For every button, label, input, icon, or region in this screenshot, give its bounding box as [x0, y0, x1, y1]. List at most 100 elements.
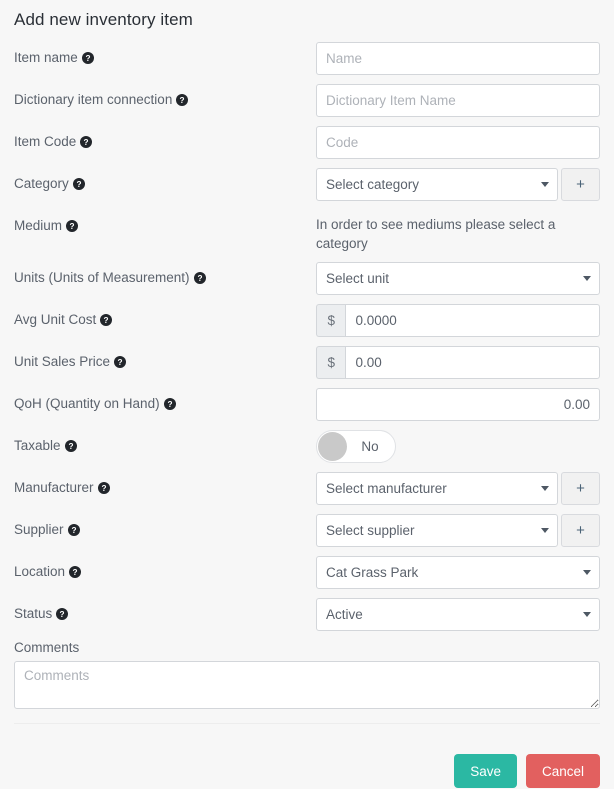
question-circle-icon[interactable]: ? [98, 482, 110, 494]
question-circle-icon[interactable]: ? [194, 272, 206, 284]
label-item-name: Item name? [14, 42, 316, 66]
add-inventory-item-form: Add new inventory item Item name? Dictio… [0, 0, 614, 789]
avg-unit-cost-input[interactable] [345, 304, 600, 337]
medium-hint-text: In order to see mediums please select a … [316, 210, 592, 253]
svg-text:?: ? [118, 358, 123, 367]
label-dictionary-item-connection: Dictionary item connection? [14, 84, 316, 108]
label-location-text: Location [14, 564, 65, 579]
label-units: Units (Units of Measurement)? [14, 262, 316, 286]
dictionary-item-connection-input[interactable] [316, 84, 600, 117]
control-status: Active [316, 598, 600, 631]
taxable-toggle[interactable]: No [316, 430, 396, 463]
control-category: Select category + [316, 168, 600, 201]
label-item-name-text: Item name [14, 50, 78, 65]
svg-text:?: ? [84, 138, 89, 147]
chevron-down-icon [583, 276, 591, 281]
label-qoh-text: QoH (Quantity on Hand) [14, 396, 160, 411]
item-code-input[interactable] [316, 126, 600, 159]
field-row-status: Status? Active [14, 598, 600, 631]
label-qoh: QoH (Quantity on Hand)? [14, 388, 316, 412]
question-circle-icon[interactable]: ? [66, 220, 78, 232]
supplier-select-wrap: Select supplier [316, 514, 558, 547]
field-row-manufacturer: Manufacturer? Select manufacturer + [14, 472, 600, 505]
supplier-select[interactable]: Select supplier [316, 514, 558, 547]
field-row-medium: Medium? In order to see mediums please s… [14, 210, 600, 253]
units-select-wrap: Select unit [316, 262, 600, 295]
question-circle-icon[interactable]: ? [176, 94, 188, 106]
question-circle-icon[interactable]: ? [56, 608, 68, 620]
field-row-location: Location? Cat Grass Park [14, 556, 600, 589]
label-units-text: Units (Units of Measurement) [14, 270, 190, 285]
label-unit-sales-price-text: Unit Sales Price [14, 354, 110, 369]
svg-text:?: ? [60, 610, 65, 619]
item-name-input[interactable] [316, 42, 600, 75]
label-item-code-text: Item Code [14, 134, 76, 149]
cancel-button[interactable]: Cancel [526, 754, 600, 788]
toggle-knob [318, 432, 347, 461]
page-title: Add new inventory item [14, 0, 600, 42]
svg-text:?: ? [197, 274, 202, 283]
label-supplier-text: Supplier [14, 522, 64, 537]
label-category-text: Category [14, 176, 69, 191]
avg-unit-cost-group: $ [316, 304, 600, 337]
label-medium: Medium? [14, 210, 316, 234]
control-manufacturer: Select manufacturer + [316, 472, 600, 505]
chevron-down-icon [583, 612, 591, 617]
field-row-unit-sales-price: Unit Sales Price? $ [14, 346, 600, 379]
question-circle-icon[interactable]: ? [100, 314, 112, 326]
units-select[interactable]: Select unit [316, 262, 600, 295]
form-actions: Save Cancel [14, 754, 600, 788]
chevron-down-icon [541, 486, 549, 491]
svg-text:?: ? [71, 526, 76, 535]
label-manufacturer-text: Manufacturer [14, 480, 94, 495]
question-circle-icon[interactable]: ? [65, 440, 77, 452]
question-circle-icon[interactable]: ? [69, 566, 81, 578]
add-manufacturer-button[interactable]: + [561, 472, 600, 505]
label-medium-text: Medium [14, 218, 62, 233]
label-item-code: Item Code? [14, 126, 316, 150]
save-button[interactable]: Save [454, 754, 517, 788]
question-circle-icon[interactable]: ? [164, 398, 176, 410]
label-avg-unit-cost: Avg Unit Cost? [14, 304, 316, 328]
comments-textarea[interactable] [14, 661, 600, 709]
label-dictionary-item-connection-text: Dictionary item connection [14, 92, 172, 107]
field-row-category: Category? Select category + [14, 168, 600, 201]
svg-text:?: ? [85, 54, 90, 63]
svg-text:?: ? [68, 442, 73, 451]
label-category: Category? [14, 168, 316, 192]
control-medium: In order to see mediums please select a … [316, 210, 600, 253]
category-select[interactable]: Select category [316, 168, 558, 201]
question-circle-icon[interactable]: ? [82, 52, 94, 64]
svg-text:?: ? [101, 484, 106, 493]
control-location: Cat Grass Park [316, 556, 600, 589]
add-category-button[interactable]: + [561, 168, 600, 201]
question-circle-icon[interactable]: ? [68, 524, 80, 536]
currency-dollar-icon: $ [316, 304, 345, 337]
manufacturer-select[interactable]: Select manufacturer [316, 472, 558, 505]
unit-sales-price-input[interactable] [345, 346, 600, 379]
field-row-qoh: QoH (Quantity on Hand)? [14, 388, 600, 421]
location-select[interactable]: Cat Grass Park [316, 556, 600, 589]
manufacturer-select-wrap: Select manufacturer [316, 472, 558, 505]
control-taxable: No [316, 430, 600, 463]
status-select[interactable]: Active [316, 598, 600, 631]
control-unit-sales-price: $ [316, 346, 600, 379]
field-row-supplier: Supplier? Select supplier + [14, 514, 600, 547]
label-status: Status? [14, 598, 316, 622]
chevron-down-icon [541, 182, 549, 187]
field-row-avg-unit-cost: Avg Unit Cost? $ [14, 304, 600, 337]
svg-text:?: ? [104, 316, 109, 325]
control-supplier: Select supplier + [316, 514, 600, 547]
chevron-down-icon [583, 570, 591, 575]
question-circle-icon[interactable]: ? [114, 356, 126, 368]
control-avg-unit-cost: $ [316, 304, 600, 337]
label-taxable: Taxable? [14, 430, 316, 454]
add-supplier-button[interactable]: + [561, 514, 600, 547]
unit-sales-price-group: $ [316, 346, 600, 379]
question-circle-icon[interactable]: ? [80, 136, 92, 148]
qoh-input[interactable] [316, 388, 600, 421]
svg-text:?: ? [73, 568, 78, 577]
control-dictionary-item-connection [316, 84, 600, 117]
question-circle-icon[interactable]: ? [73, 178, 85, 190]
field-row-item-name: Item name? [14, 42, 600, 75]
